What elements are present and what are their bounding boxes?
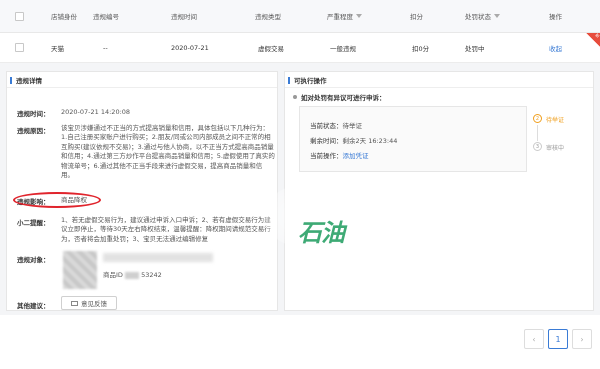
filter-icon[interactable]: [356, 14, 362, 18]
violation-object-label: 违规对象：: [17, 256, 50, 264]
current-status-value: 待举证: [342, 122, 363, 130]
violation-reason-label: 违规原因：: [17, 127, 50, 135]
row-checkbox[interactable]: [15, 33, 24, 62]
header-severity-label: 严重程度: [327, 13, 353, 21]
current-operation-label: 当前操作：: [310, 152, 343, 160]
row-points: 扣0分: [412, 44, 430, 53]
watermark-logo: 石油: [298, 219, 345, 247]
product-thumbnail[interactable]: [63, 251, 97, 289]
mail-icon: [71, 300, 78, 306]
collapse-link[interactable]: 收起: [549, 33, 562, 62]
product-id: 商品ID 53242: [103, 269, 162, 279]
row-status: 处罚中: [465, 44, 485, 53]
violation-time-label: 违规时间：: [17, 110, 50, 118]
actions-panel-title: 可执行操作: [285, 72, 593, 88]
table-header: 店铺身份 违规编号 违规时间 违规类型 严重程度 扣分 处罚状态 操作: [0, 0, 600, 33]
step-2-dot: 2: [533, 114, 542, 123]
product-title-redacted: [103, 253, 213, 262]
tip-label: 小二提醒：: [17, 219, 50, 227]
add-evidence-link[interactable]: 添加凭证: [343, 152, 369, 160]
step-3-dot: 3: [533, 142, 542, 151]
row-product-no: --: [103, 43, 108, 52]
current-status: 当前状态：待举证: [310, 120, 362, 130]
violation-reason-value: 该宝贝涉嫌通过不正当的方式提高销量和信用，具体包括以下几种行为：1.自己注册买家…: [61, 124, 275, 180]
violation-time-value: 2020-07-21 14:20:08: [61, 108, 131, 116]
violation-detail-title: 违规详情: [7, 72, 277, 88]
header-severity[interactable]: 严重程度: [327, 0, 362, 32]
product-id-value: 53242: [141, 271, 162, 279]
header-action: 操作: [549, 13, 562, 21]
row-shop-type: 天猫: [51, 44, 64, 53]
next-page-button[interactable]: ›: [572, 329, 592, 349]
header-shop-type: 店铺身份: [51, 13, 77, 21]
appeal-steps: 2 待举证 3 审核中: [533, 114, 593, 164]
other-suggestion-label: 其他建议：: [17, 302, 50, 310]
pagination: ‹ 1 ›: [524, 329, 592, 349]
current-operation: 当前操作：添加凭证: [310, 150, 369, 160]
select-all-checkbox[interactable]: [15, 0, 24, 32]
prev-page-button[interactable]: ‹: [524, 329, 544, 349]
remaining-time-value: 剩余2天 16:23:44: [342, 137, 398, 145]
row-violation-type: 虚假交易: [258, 44, 284, 53]
row-severity: 一般违规: [330, 44, 356, 53]
feedback-button-label: 意见反馈: [81, 300, 107, 308]
page-1-button[interactable]: 1: [548, 329, 568, 349]
violation-detail-panel: 违规详情 违规时间： 2020-07-21 14:20:08 违规原因： 该宝贝…: [6, 71, 278, 311]
appeal-status-box: 当前状态：待举证 剩余时间：剩余2天 16:23:44 当前操作：添加凭证: [299, 106, 527, 172]
remaining-time: 剩余时间：剩余2天 16:23:44: [310, 135, 397, 145]
bullet-icon: [293, 95, 297, 99]
table-row: 天猫 -- 2020-07-21 虚假交易 一般违规 扣0分 处罚中 收起: [0, 33, 600, 63]
remaining-time-label: 剩余时间：: [310, 137, 343, 145]
tip-value: 1、若无虚假交易行为，建议通过申诉入口申诉；2、若有虚假交易行为建议立即停止，等…: [61, 216, 271, 243]
appeal-title: 如对处罚有异议可进行申诉：: [301, 94, 386, 102]
product-id-redacted: [125, 271, 140, 279]
header-product-no: 违规编号: [93, 13, 119, 21]
step-connector: [537, 125, 538, 141]
filter-icon[interactable]: [494, 14, 500, 18]
detail-area: 违规详情 违规时间： 2020-07-21 14:20:08 违规原因： 该宝贝…: [0, 63, 600, 315]
row-violation-time: 2020-07-21: [171, 43, 209, 52]
product-id-label: 商品ID: [103, 271, 123, 279]
highlight-circle: [13, 192, 101, 208]
feedback-button[interactable]: 意见反馈: [61, 296, 117, 310]
current-status-label: 当前状态：: [310, 122, 343, 130]
new-badge: 新: [586, 32, 600, 47]
header-points: 扣分: [410, 13, 423, 21]
header-status-label: 处罚状态: [465, 13, 491, 21]
header-violation-time: 违规时间: [171, 13, 197, 21]
step-2-label: 待举证: [546, 117, 565, 124]
header-violation-type: 违规类型: [255, 13, 281, 21]
step-3-label: 审核中: [546, 145, 565, 152]
header-status[interactable]: 处罚状态: [465, 0, 500, 32]
